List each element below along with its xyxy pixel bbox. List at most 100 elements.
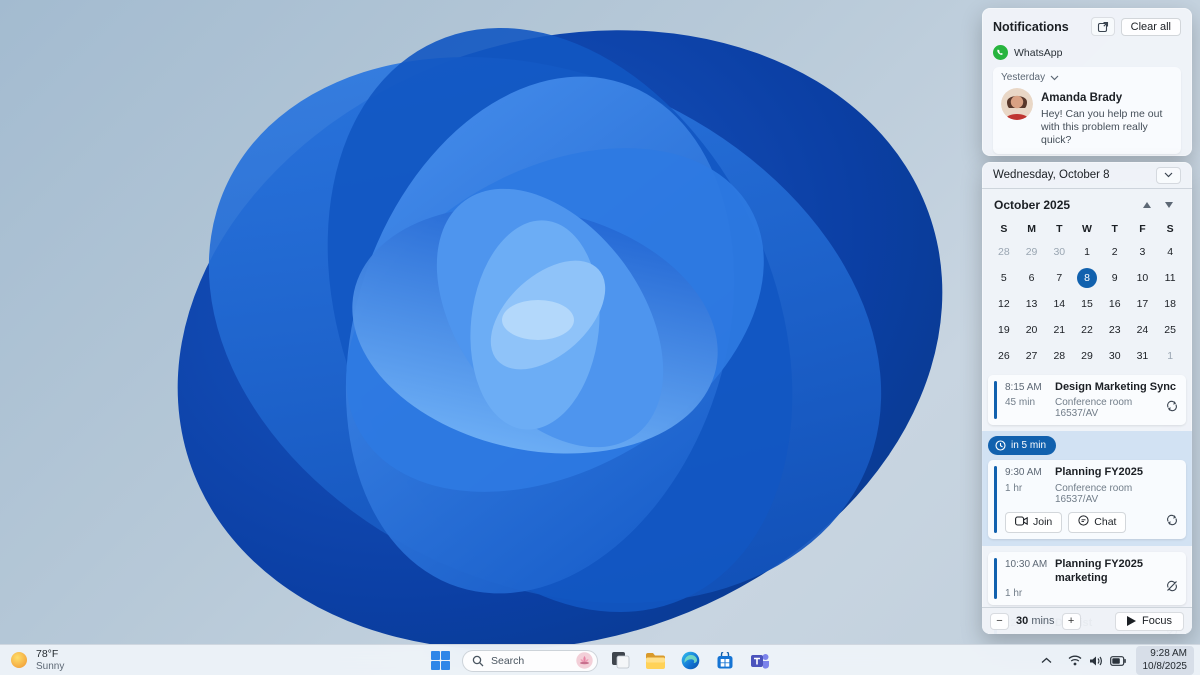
weather-widget[interactable]: 78°F Sunny bbox=[10, 648, 64, 672]
event-action-label: Join bbox=[1033, 516, 1053, 529]
calendar-day[interactable]: 26 bbox=[990, 343, 1018, 369]
tray-overflow-button[interactable] bbox=[1035, 653, 1058, 668]
calendar-day[interactable]: 1 bbox=[1156, 343, 1184, 369]
store-button[interactable] bbox=[712, 648, 738, 674]
calendar-prev-month-button[interactable] bbox=[1136, 198, 1158, 212]
start-button[interactable] bbox=[427, 648, 453, 674]
calendar-day[interactable]: 1 bbox=[1073, 239, 1101, 265]
edge-button[interactable] bbox=[677, 648, 703, 674]
calendar-day[interactable]: 25 bbox=[1156, 317, 1184, 343]
calendar-day[interactable]: 20 bbox=[1018, 317, 1046, 343]
wifi-icon bbox=[1068, 655, 1081, 666]
file-explorer-icon bbox=[645, 652, 665, 669]
event-time: 10:30 AM bbox=[1005, 558, 1048, 570]
calendar-day[interactable]: 15 bbox=[1073, 291, 1101, 317]
calendar-day[interactable]: 28 bbox=[1045, 343, 1073, 369]
focus-start-button[interactable]: Focus bbox=[1115, 611, 1184, 631]
upcoming-event-group: in 5 min 9:30 AM Planning FY2025 1 hr Confer… bbox=[982, 431, 1192, 546]
focus-duration-unit: mins bbox=[1031, 615, 1055, 627]
event-card[interactable]: 10:30 AM Planning FY2025 marketing 1 hr bbox=[988, 551, 1186, 606]
calendar-day[interactable]: 21 bbox=[1045, 317, 1073, 343]
clock-time: 9:28 AM bbox=[1150, 648, 1187, 659]
calendar-day-grid: 28 29 30 1 2 3 4 5 6 7 8 9 10 11 12 13 14 15 16 17 18 19 20 21 2… bbox=[982, 239, 1192, 369]
event-time: 8:15 AM bbox=[1005, 382, 1042, 393]
clock-icon bbox=[995, 440, 1006, 451]
event-card[interactable]: 9:30 AM Planning FY2025 1 hr Conference roo… bbox=[988, 460, 1186, 539]
desktop: Notifications Clear all WhatsApp Yesterd… bbox=[0, 0, 1200, 675]
calendar-day[interactable]: 2 bbox=[1101, 239, 1129, 265]
calendar-day[interactable]: 30 bbox=[1045, 239, 1073, 265]
calendar-day[interactable]: 27 bbox=[1018, 343, 1046, 369]
upcoming-badge[interactable]: in 5 min bbox=[988, 436, 1057, 456]
avatar bbox=[1001, 88, 1033, 120]
calendar-day[interactable]: 29 bbox=[1018, 239, 1046, 265]
calendar-day-selected[interactable]: 8 bbox=[1073, 265, 1101, 291]
calendar-day[interactable]: 14 bbox=[1045, 291, 1073, 317]
notifications-card: Notifications Clear all WhatsApp Yesterd… bbox=[982, 8, 1192, 156]
event-card[interactable]: 8:15 AM Design Marketing Sync 45 min Confer… bbox=[988, 375, 1186, 426]
focus-increase-button[interactable]: + bbox=[1061, 612, 1081, 630]
calendar-day[interactable]: 29 bbox=[1073, 343, 1101, 369]
calendar-day[interactable]: 3 bbox=[1129, 239, 1157, 265]
calendar-day[interactable]: 31 bbox=[1129, 343, 1157, 369]
calendar-day[interactable]: 22 bbox=[1073, 317, 1101, 343]
weekday-label: F bbox=[1139, 223, 1146, 235]
notification-settings-icon[interactable] bbox=[1090, 17, 1115, 36]
calendar-day[interactable]: 10 bbox=[1129, 265, 1157, 291]
notification-message: Hey! Can you help me out with this probl… bbox=[1041, 108, 1163, 147]
calendar-month-label: October 2025 bbox=[994, 198, 1071, 212]
recurring-icon bbox=[1166, 513, 1178, 531]
clock[interactable]: 9:28 AM 10/8/2025 bbox=[1135, 646, 1194, 675]
calendar-day[interactable]: 7 bbox=[1045, 265, 1073, 291]
calendar-day[interactable]: 9 bbox=[1101, 265, 1129, 291]
calendar-day[interactable]: 12 bbox=[990, 291, 1018, 317]
calendar-day[interactable]: 11 bbox=[1156, 265, 1184, 291]
calendar-day[interactable]: 5 bbox=[990, 265, 1018, 291]
join-button[interactable]: Join bbox=[1005, 511, 1063, 533]
focus-duration-value: 30 bbox=[1016, 615, 1029, 627]
calendar-day[interactable]: 6 bbox=[1018, 265, 1046, 291]
weekday-label: T bbox=[1056, 223, 1063, 235]
calendar-day[interactable]: 17 bbox=[1129, 291, 1157, 317]
system-tray: 9:28 AM 10/8/2025 bbox=[1035, 645, 1194, 675]
calendar-next-month-button[interactable] bbox=[1158, 198, 1180, 212]
calendar-day[interactable]: 23 bbox=[1101, 317, 1129, 343]
notification-item[interactable]: Yesterday Amanda Brady Hey! Can you help… bbox=[993, 67, 1181, 155]
focus-decrease-button[interactable]: − bbox=[990, 612, 1009, 630]
clear-all-button[interactable]: Clear all bbox=[1120, 17, 1181, 36]
calendar-day[interactable]: 19 bbox=[990, 317, 1018, 343]
chevron-down-icon bbox=[1164, 172, 1173, 178]
upcoming-badge-label: in 5 min bbox=[1011, 440, 1047, 452]
event-time: 9:30 AM bbox=[1005, 467, 1042, 479]
search-box[interactable]: Search bbox=[462, 649, 598, 672]
event-action-label: Chat bbox=[1094, 516, 1117, 529]
triangle-up-icon bbox=[1143, 202, 1151, 208]
video-icon bbox=[1015, 516, 1028, 529]
edge-icon bbox=[681, 651, 699, 670]
calendar-day[interactable]: 18 bbox=[1156, 291, 1184, 317]
calendar-collapse-button[interactable] bbox=[1156, 166, 1181, 184]
event-title: Planning FY2025 marketing bbox=[1055, 557, 1144, 584]
store-icon bbox=[717, 651, 733, 668]
whatsapp-icon bbox=[993, 45, 1008, 60]
chevron-down-icon[interactable] bbox=[1050, 75, 1059, 81]
calendar-day[interactable]: 16 bbox=[1101, 291, 1129, 317]
chat-button[interactable]: Chat bbox=[1068, 511, 1127, 533]
notification-group-time: Yesterday bbox=[1001, 72, 1046, 83]
tray-status-icons[interactable] bbox=[1062, 651, 1132, 671]
event-duration: 1 hr bbox=[1005, 588, 1023, 600]
calendar-day[interactable]: 13 bbox=[1018, 291, 1046, 317]
file-explorer-button[interactable] bbox=[642, 648, 668, 674]
calendar-day[interactable]: 24 bbox=[1129, 317, 1157, 343]
calendar-weekday-row: SMTWTFS bbox=[982, 219, 1192, 239]
recurring-icon bbox=[1166, 399, 1178, 417]
search-placeholder: Search bbox=[491, 654, 525, 667]
notification-app-name: WhatsApp bbox=[1014, 46, 1063, 59]
calendar-date-header: Wednesday, October 8 bbox=[982, 162, 1192, 189]
event-title: Planning FY2025 bbox=[1055, 466, 1144, 479]
calendar-day[interactable]: 28 bbox=[990, 239, 1018, 265]
task-view-button[interactable] bbox=[607, 648, 633, 674]
teams-button[interactable] bbox=[747, 648, 773, 674]
calendar-day[interactable]: 30 bbox=[1101, 343, 1129, 369]
calendar-day[interactable]: 4 bbox=[1156, 239, 1184, 265]
